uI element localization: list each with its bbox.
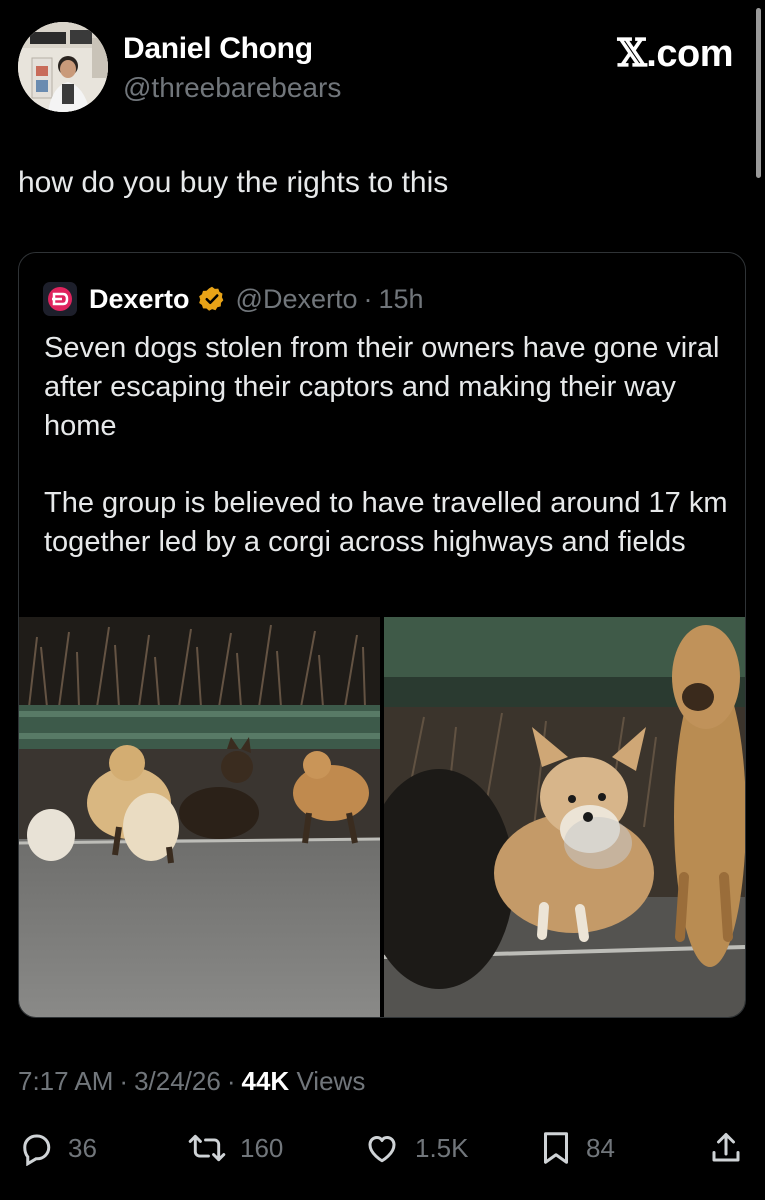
bookmark-icon xyxy=(540,1130,572,1166)
views-count: 44K xyxy=(241,1066,290,1096)
action-bar: 36 160 1.5K 84 xyxy=(18,1128,746,1168)
like-button[interactable]: 1.5K xyxy=(363,1128,469,1168)
avatar[interactable] xyxy=(18,22,108,112)
scrollbar[interactable] xyxy=(756,8,761,178)
reply-icon xyxy=(18,1130,54,1166)
quote-text: Seven dogs stolen from their owners have… xyxy=(44,329,729,600)
quote-timestamp[interactable]: 15h xyxy=(379,284,424,315)
tweet-header: Daniel Chong @threebarebears 𝕏.com xyxy=(18,22,733,114)
tweet-time[interactable]: 7:17 AM xyxy=(18,1066,113,1096)
quote-author-name[interactable]: Dexerto xyxy=(89,284,190,315)
repost-icon xyxy=(188,1130,226,1166)
like-count: 1.5K xyxy=(415,1132,469,1163)
brand-label: .com xyxy=(646,33,733,75)
tweet-text: how do you buy the rights to this xyxy=(18,166,449,199)
quote-author-handle[interactable]: @Dexerto xyxy=(236,284,358,315)
views-label: Views xyxy=(296,1066,366,1096)
meta-separator: · xyxy=(119,1066,129,1096)
share-icon xyxy=(708,1130,744,1166)
dexerto-logo-icon[interactable] xyxy=(43,282,77,316)
verified-badge-icon xyxy=(198,285,226,313)
heart-icon xyxy=(363,1130,401,1166)
reply-count: 36 xyxy=(68,1132,97,1163)
corgi-closeup-photo[interactable] xyxy=(384,617,745,1017)
quote-header: Dexerto @Dexerto · 15h xyxy=(43,281,424,317)
media-grid xyxy=(19,617,745,1017)
repost-count: 160 xyxy=(240,1132,284,1163)
quoted-tweet[interactable]: Dexerto @Dexerto · 15h Seven dogs stolen… xyxy=(18,252,746,1018)
brand-watermark: 𝕏.com xyxy=(617,30,733,76)
bookmark-button[interactable]: 84 xyxy=(540,1128,615,1168)
x-logo-icon: 𝕏 xyxy=(617,30,647,75)
meta-separator: · xyxy=(226,1066,236,1096)
reply-button[interactable]: 36 xyxy=(18,1128,97,1168)
share-button[interactable] xyxy=(708,1128,758,1168)
bookmark-count: 84 xyxy=(586,1132,615,1163)
display-name[interactable]: Daniel Chong xyxy=(123,32,313,66)
quote-paragraph: Seven dogs stolen from their owners have… xyxy=(44,332,720,442)
repost-button[interactable]: 160 xyxy=(188,1128,283,1168)
tweet-date[interactable]: 3/24/26 xyxy=(134,1066,221,1096)
user-handle[interactable]: @threebarebears xyxy=(123,72,341,104)
quote-paragraph: The group is believed to have travelled … xyxy=(44,487,728,558)
tweet-meta: 7:17 AM · 3/24/26 · 44K Views xyxy=(18,1066,365,1097)
dogs-on-road-photo[interactable] xyxy=(19,617,380,1017)
quote-separator: · xyxy=(363,283,373,314)
